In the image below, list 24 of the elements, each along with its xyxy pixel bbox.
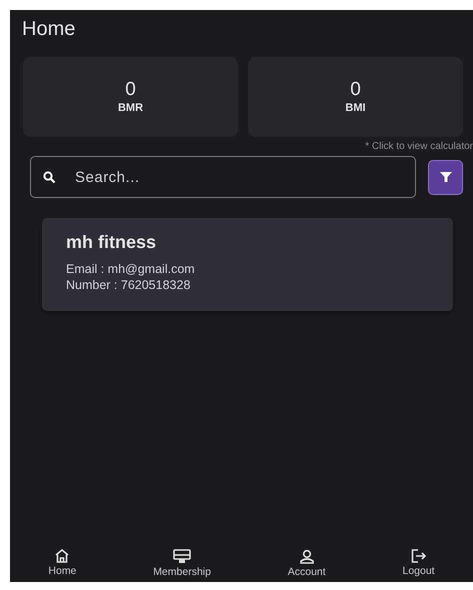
- logout-icon: [410, 549, 427, 563]
- page-title: Home: [21, 17, 76, 41]
- stat-card[interactable]: 0 BMI: [248, 57, 463, 137]
- person-icon: [298, 549, 315, 564]
- stat-card[interactable]: 0 BMR: [23, 57, 238, 137]
- stat-label: BMI: [345, 102, 366, 114]
- calculator-hint: * Click to view calculator: [365, 141, 473, 152]
- nav-item[interactable]: Home: [44, 547, 80, 580]
- stat-label: BMR: [118, 102, 144, 114]
- search-field[interactable]: Search...: [30, 156, 416, 198]
- gym-email: Email : mh@gmail.com: [66, 261, 195, 277]
- nav-item[interactable]: Membership: [149, 547, 215, 580]
- filter-icon: [440, 172, 452, 182]
- filter-button[interactable]: [428, 160, 463, 194]
- search-icon: [43, 171, 56, 184]
- stat-value: 0: [350, 80, 361, 100]
- gym-card[interactable]: mh fitness Email : mh@gmail.com Number : 7620518328: [42, 218, 453, 311]
- stat-value: 0: [125, 80, 136, 100]
- home-icon: [54, 549, 70, 563]
- gym-number: Number : 7620518328: [66, 277, 190, 293]
- gym-name: mh fitness: [66, 232, 156, 253]
- monitor-icon: [173, 549, 192, 564]
- nav-item[interactable]: Account: [284, 547, 330, 580]
- nav-item[interactable]: Logout: [398, 547, 439, 580]
